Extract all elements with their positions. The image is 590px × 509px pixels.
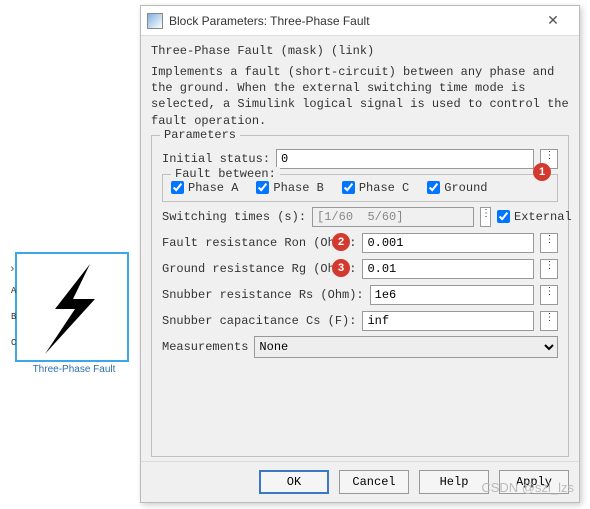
switching-times-label: Switching times (s): (162, 210, 306, 224)
ground-checkbox[interactable]: Ground (427, 181, 487, 195)
phase-b-checkbox[interactable]: Phase B (256, 181, 323, 195)
ground-label: Ground (444, 181, 487, 195)
block-frame: › A B C (15, 252, 129, 362)
switching-times-row: Switching times (s): ⋮ External (162, 206, 558, 228)
phase-a-checkbox[interactable]: Phase A (171, 181, 238, 195)
annotation-badge-1: 1 (533, 163, 551, 181)
cancel-button[interactable]: Cancel (339, 470, 409, 494)
dialog-titlebar[interactable]: Block Parameters: Three-Phase Fault ✕ (141, 6, 579, 36)
block-parameters-dialog: Block Parameters: Three-Phase Fault ✕ Th… (140, 5, 580, 503)
dialog-content: Three-Phase Fault (mask) (link) Implemen… (141, 36, 579, 461)
snubber-resistance-row: Snubber resistance Rs (Ohm): ⋮ (162, 284, 558, 306)
close-button[interactable]: ✕ (533, 12, 573, 29)
switching-times-more-button[interactable]: ⋮ (480, 207, 491, 227)
mask-title: Three-Phase Fault (mask) (link) (151, 44, 569, 58)
external-label: External (514, 210, 572, 224)
apply-button[interactable]: Apply (499, 470, 569, 494)
dialog-buttons: OK Cancel Help Apply (141, 461, 579, 502)
help-button[interactable]: Help (419, 470, 489, 494)
external-checkbox[interactable]: External (497, 210, 572, 224)
ground-resistance-input[interactable] (362, 259, 534, 279)
ground-resistance-label: Ground resistance Rg (Ohm): (162, 262, 356, 276)
ground-resistance-more-button[interactable]: ⋮ (540, 259, 558, 279)
ground-resistance-row: Ground resistance Rg (Ohm): 3 ⋮ (162, 258, 558, 280)
annotation-badge-3: 3 (332, 259, 350, 277)
lightning-bolt-icon (35, 259, 115, 359)
measurements-row: Measurements None (162, 336, 558, 358)
block-port-c: C (11, 338, 16, 348)
fault-resistance-row: Fault resistance Ron (Ohm): 2 ⋮ (162, 232, 558, 254)
app-icon (147, 13, 163, 29)
snubber-capacitance-row: Snubber capacitance Cs (F): ⋮ (162, 310, 558, 332)
ok-button[interactable]: OK (259, 470, 329, 494)
snubber-capacitance-input[interactable] (362, 311, 534, 331)
parameters-legend: Parameters (160, 128, 240, 142)
block-caption: Three-Phase Fault (15, 364, 133, 375)
dialog-title: Block Parameters: Three-Phase Fault (169, 14, 533, 28)
block-port-a: A (11, 286, 16, 296)
block-port-input: › (9, 264, 16, 276)
snubber-resistance-input[interactable] (370, 285, 534, 305)
block-port-b: B (11, 312, 16, 322)
measurements-select[interactable]: None (254, 336, 558, 358)
annotation-badge-2: 2 (332, 233, 350, 251)
parameters-panel: Parameters Initial status: ⋮ Fault betwe… (151, 135, 569, 457)
fault-between-legend: Fault between: (171, 167, 280, 181)
simulink-block[interactable]: › A B C Three-Phase Fault (15, 252, 133, 375)
snubber-capacitance-more-button[interactable]: ⋮ (540, 311, 558, 331)
phase-c-label: Phase C (359, 181, 409, 195)
phase-a-label: Phase A (188, 181, 238, 195)
fault-between-panel: Fault between: Phase A Phase B Phase C G… (162, 174, 558, 202)
measurements-label: Measurements (162, 340, 248, 354)
initial-status-input[interactable] (276, 149, 534, 169)
switching-times-input (312, 207, 474, 227)
fault-resistance-more-button[interactable]: ⋮ (540, 233, 558, 253)
snubber-capacitance-label: Snubber capacitance Cs (F): (162, 314, 356, 328)
fault-resistance-label: Fault resistance Ron (Ohm): (162, 236, 356, 250)
phase-c-checkbox[interactable]: Phase C (342, 181, 409, 195)
initial-status-label: Initial status: (162, 152, 270, 166)
phase-b-label: Phase B (273, 181, 323, 195)
snubber-resistance-label: Snubber resistance Rs (Ohm): (162, 288, 364, 302)
fault-resistance-input[interactable] (362, 233, 534, 253)
snubber-resistance-more-button[interactable]: ⋮ (540, 285, 558, 305)
mask-description: Implements a fault (short-circuit) betwe… (151, 64, 569, 129)
